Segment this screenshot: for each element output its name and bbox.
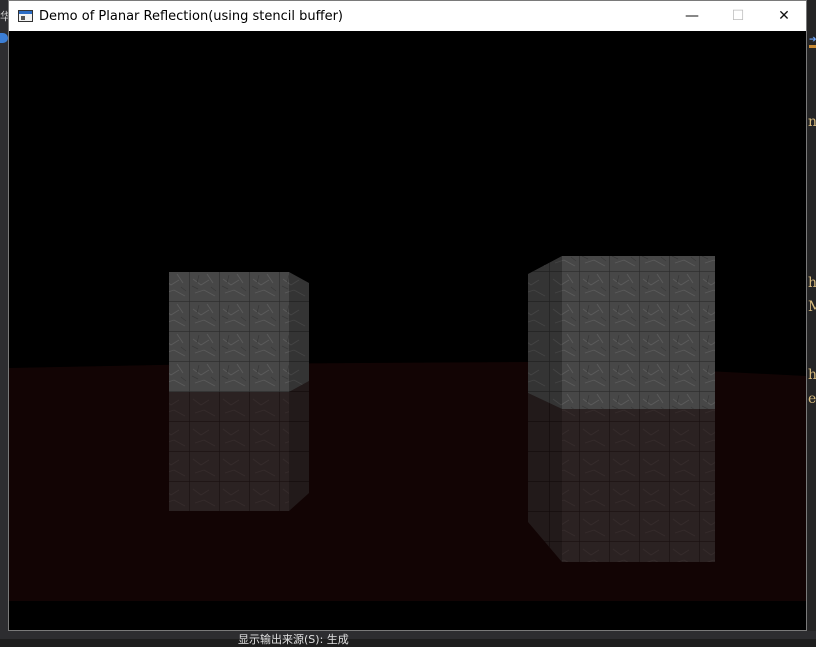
scene-canvas [9, 31, 806, 630]
right-cube-reflection-front [562, 409, 715, 562]
background-code-text: h [808, 275, 816, 291]
app-window-icon [18, 10, 33, 22]
minimize-button[interactable]: — [669, 1, 715, 31]
title-bar[interactable]: Demo of Planar Reflection(using stencil … [9, 1, 806, 31]
window-title: Demo of Planar Reflection(using stencil … [39, 8, 343, 24]
left-cube-reflection-front [169, 392, 289, 511]
demo-window[interactable]: Demo of Planar Reflection(using stencil … [8, 0, 807, 631]
left-cube-front-face [169, 272, 289, 392]
render-viewport[interactable] [9, 31, 806, 630]
background-ide-bottom-strip [0, 631, 816, 639]
maximize-button[interactable]: ☐ [715, 1, 761, 31]
background-code-text: h [808, 367, 816, 383]
background-code-text: e [808, 391, 816, 407]
background-output-label: 显示输出来源(S): 生成 [238, 633, 349, 646]
close-button[interactable]: ✕ [761, 1, 807, 31]
background-nav-arrow-icon: ➔ [809, 35, 816, 45]
right-cube-front-face [562, 256, 715, 409]
background-ide-right-strip [807, 0, 816, 639]
right-cube-side-face [528, 256, 562, 409]
background-code-text: n [808, 114, 816, 130]
left-cube-side-face [289, 272, 309, 392]
background-code-text: M [808, 299, 816, 315]
background-tab-marker [809, 45, 816, 48]
left-cube-reflection-side [289, 381, 309, 511]
